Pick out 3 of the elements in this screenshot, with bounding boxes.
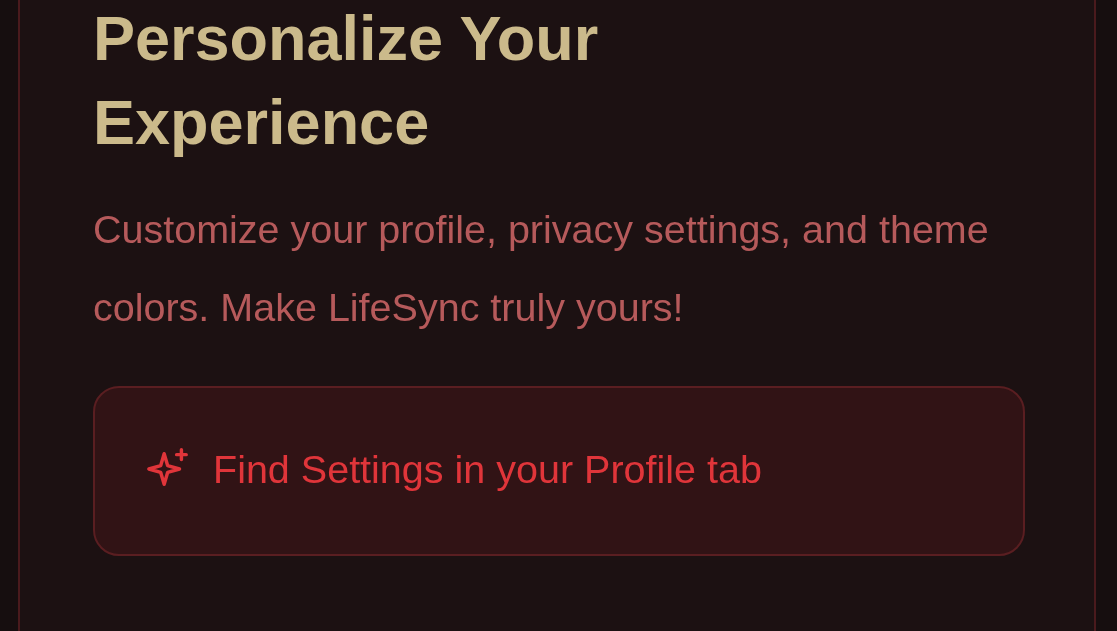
hint-text: Find Settings in your Profile tab [213,446,762,492]
card-description: Customize your profile, privacy settings, and theme colors. Make LifeSync truly yours! [93,206,990,331]
card-title: Personalize Your Experience [93,2,600,159]
